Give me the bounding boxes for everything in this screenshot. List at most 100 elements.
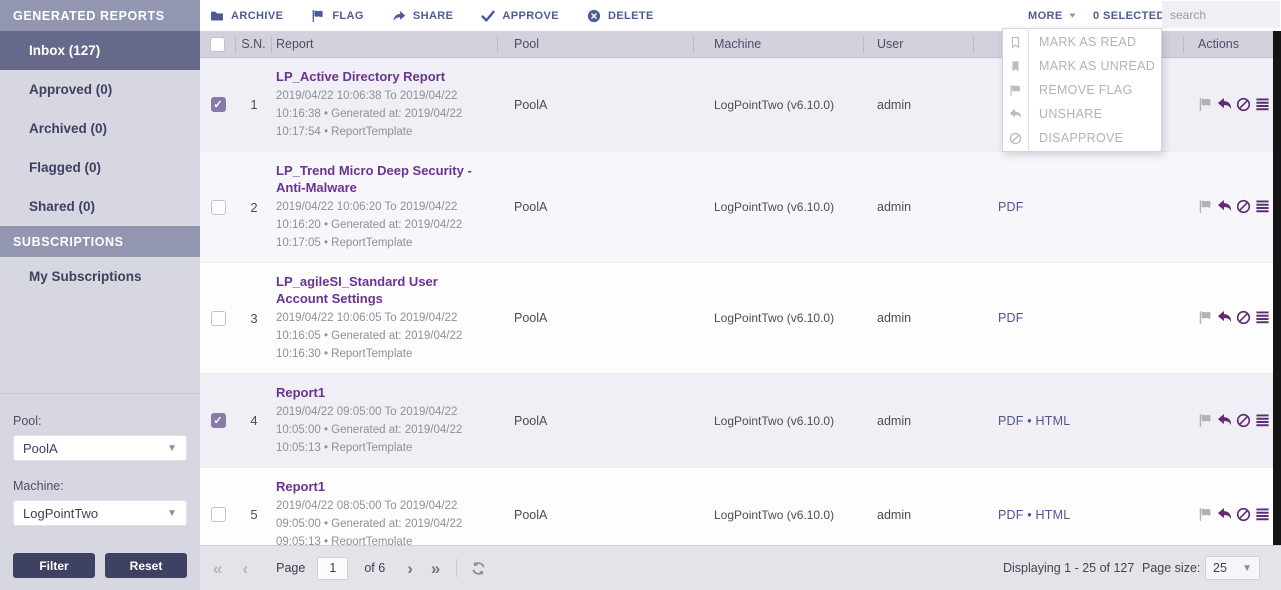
list-action-button[interactable] bbox=[1255, 310, 1271, 326]
report-title-link[interactable]: LP_agileSI_Standard User Account Setting… bbox=[276, 273, 488, 307]
report-title-link[interactable]: Report1 bbox=[276, 384, 488, 401]
last-page-button[interactable]: » bbox=[431, 560, 440, 577]
ban-icon bbox=[1236, 310, 1251, 325]
caret-down-icon bbox=[1068, 11, 1077, 20]
more-menu: MARK AS READMARK AS UNREADREMOVE FLAGUNS… bbox=[1002, 28, 1162, 152]
list-icon bbox=[1255, 199, 1270, 214]
list-action-button[interactable] bbox=[1255, 507, 1271, 523]
flag-action-button[interactable] bbox=[1198, 413, 1214, 429]
reply-icon bbox=[1217, 507, 1232, 522]
list-action-button[interactable] bbox=[1255, 413, 1271, 429]
column-header-machine[interactable]: Machine bbox=[694, 36, 864, 53]
toolbar-button-archive[interactable]: ARCHIVE bbox=[210, 9, 283, 23]
more-button[interactable]: MORE bbox=[1028, 0, 1077, 31]
menu-item-mark-as-read[interactable]: MARK AS READ bbox=[1003, 30, 1161, 54]
chevron-down-icon: ▼ bbox=[167, 508, 177, 519]
toolbar-button-label: ARCHIVE bbox=[231, 10, 283, 22]
machine-cell: LogPointTwo (v6.10.0) bbox=[694, 98, 864, 112]
list-action-button[interactable] bbox=[1255, 199, 1271, 215]
report-title-link[interactable]: Report1 bbox=[276, 478, 488, 495]
displaying-label: Displaying 1 - 25 of 127 bbox=[1003, 561, 1134, 575]
footer-bar: « ‹ Page of 6 › » Displaying 1 - 25 of 1… bbox=[200, 545, 1281, 590]
row-checkbox[interactable] bbox=[211, 507, 226, 522]
select-all-checkbox[interactable] bbox=[210, 37, 225, 52]
menu-item-icon-cell bbox=[1003, 30, 1029, 54]
reply-action-button[interactable] bbox=[1217, 507, 1233, 523]
machine-cell: LogPointTwo (v6.10.0) bbox=[694, 414, 864, 428]
filter-button[interactable]: Filter bbox=[13, 553, 95, 578]
flag-action-button[interactable] bbox=[1198, 199, 1214, 215]
ban-action-button[interactable] bbox=[1236, 310, 1252, 326]
row-checkbox[interactable] bbox=[211, 311, 226, 326]
toolbar-button-approve[interactable]: APPROVE bbox=[481, 9, 559, 23]
reply-action-button[interactable] bbox=[1217, 413, 1233, 429]
formats-cell: PDF • HTML bbox=[974, 508, 1184, 522]
reply-action-button[interactable] bbox=[1217, 199, 1233, 215]
pool-cell: PoolA bbox=[498, 311, 694, 325]
report-title-link[interactable]: LP_Active Directory Report bbox=[276, 68, 488, 85]
reply-action-button[interactable] bbox=[1217, 310, 1233, 326]
toolbar-button-share[interactable]: SHARE bbox=[392, 9, 454, 23]
pool-select[interactable]: PoolA ▼ bbox=[13, 435, 187, 461]
share-icon bbox=[392, 9, 406, 23]
ban-action-button[interactable] bbox=[1236, 413, 1252, 429]
page-number-input[interactable] bbox=[317, 557, 348, 580]
ban-action-button[interactable] bbox=[1236, 507, 1252, 523]
sidebar-item-archived-0[interactable]: Archived (0) bbox=[0, 109, 200, 148]
delete-icon bbox=[587, 9, 601, 23]
page-size-select[interactable]: 25 ▼ bbox=[1205, 556, 1260, 580]
flag-action-button[interactable] bbox=[1198, 310, 1214, 326]
ban-action-button[interactable] bbox=[1236, 97, 1252, 113]
row-checkbox[interactable] bbox=[211, 200, 226, 215]
column-header-actions: Actions bbox=[1184, 36, 1281, 53]
next-page-button[interactable]: › bbox=[407, 560, 413, 577]
column-header-sn[interactable]: S.N. bbox=[236, 36, 272, 53]
pool-label: Pool: bbox=[13, 414, 187, 428]
list-action-button[interactable] bbox=[1255, 97, 1271, 113]
chevron-down-icon: ▼ bbox=[167, 443, 177, 454]
folder-icon bbox=[210, 9, 224, 23]
user-cell: admin bbox=[864, 508, 974, 522]
report-title-link[interactable]: LP_Trend Micro Deep Security - Anti-Malw… bbox=[276, 162, 488, 196]
user-cell: admin bbox=[864, 200, 974, 214]
toolbar-button-delete[interactable]: DELETE bbox=[587, 9, 654, 23]
previous-page-button[interactable]: ‹ bbox=[242, 560, 248, 577]
sidebar-section-header: GENERATED REPORTS bbox=[0, 0, 200, 31]
table-row: 3LP_agileSI_Standard User Account Settin… bbox=[200, 263, 1281, 374]
menu-item-unshare[interactable]: UNSHARE bbox=[1003, 102, 1161, 126]
reset-button[interactable]: Reset bbox=[105, 553, 187, 578]
row-serial-number: 1 bbox=[236, 97, 272, 112]
reply-action-button[interactable] bbox=[1217, 97, 1233, 113]
toolbar-button-flag[interactable]: FLAG bbox=[311, 9, 364, 23]
flag-icon bbox=[1198, 310, 1213, 325]
search-input[interactable] bbox=[1162, 1, 1280, 28]
pool-select-value: PoolA bbox=[23, 441, 58, 456]
menu-item-remove-flag[interactable]: REMOVE FLAG bbox=[1003, 78, 1161, 102]
menu-item-label: MARK AS READ bbox=[1029, 30, 1136, 54]
refresh-icon bbox=[471, 561, 486, 576]
bookmark-filled-icon bbox=[1009, 60, 1022, 73]
sidebar-item-flagged-0[interactable]: Flagged (0) bbox=[0, 148, 200, 187]
flag-action-button[interactable] bbox=[1198, 97, 1214, 113]
menu-item-disapprove[interactable]: DISAPPROVE bbox=[1003, 126, 1161, 150]
sidebar-item-my-subscriptions[interactable]: My Subscriptions bbox=[0, 257, 200, 296]
row-checkbox-cell: ✓ bbox=[200, 97, 236, 112]
ban-action-button[interactable] bbox=[1236, 199, 1252, 215]
vertical-scrollbar[interactable] bbox=[1273, 31, 1281, 545]
flag-action-button[interactable] bbox=[1198, 507, 1214, 523]
table-row: ✓4Report12019/04/22 09:05:00 To 2019/04/… bbox=[200, 374, 1281, 468]
first-page-button[interactable]: « bbox=[213, 560, 222, 577]
menu-item-mark-as-unread[interactable]: MARK AS UNREAD bbox=[1003, 54, 1161, 78]
sidebar-filter-panel: Pool: PoolA ▼ Machine: LogPointTwo ▼ Fil… bbox=[0, 393, 200, 590]
machine-select[interactable]: LogPointTwo ▼ bbox=[13, 500, 187, 526]
row-checkbox[interactable]: ✓ bbox=[211, 97, 226, 112]
refresh-button[interactable] bbox=[471, 561, 486, 576]
sidebar-item-approved-0[interactable]: Approved (0) bbox=[0, 70, 200, 109]
sidebar-item-shared-0[interactable]: Shared (0) bbox=[0, 187, 200, 226]
column-header-pool[interactable]: Pool bbox=[498, 36, 694, 53]
column-header-user[interactable]: User bbox=[864, 36, 974, 53]
row-checkbox[interactable]: ✓ bbox=[211, 413, 226, 428]
sidebar-item-inbox-127[interactable]: Inbox (127) bbox=[0, 31, 200, 70]
column-header-report[interactable]: Report bbox=[272, 36, 498, 53]
user-cell: admin bbox=[864, 311, 974, 325]
